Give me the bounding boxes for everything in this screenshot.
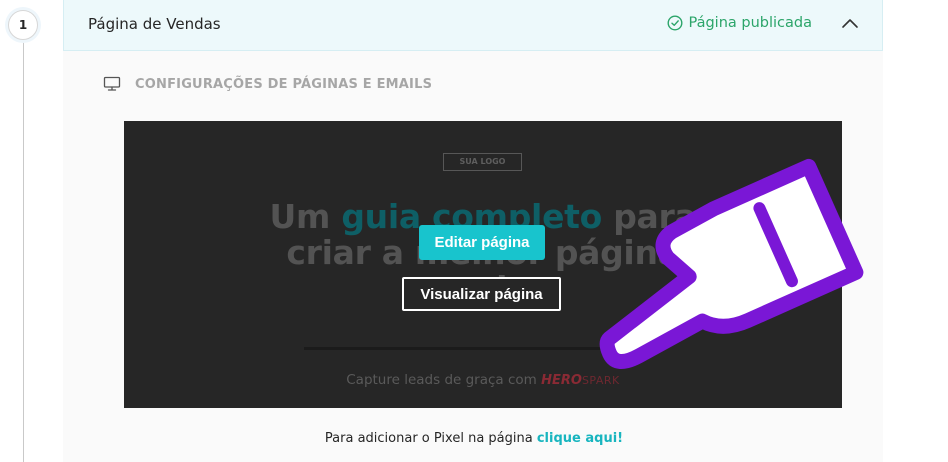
view-page-button[interactable]: Visualizar página bbox=[402, 277, 561, 311]
status-text: Página publicada bbox=[688, 15, 813, 31]
preview-footer: Capture leads de graça com HEROSPARK bbox=[346, 372, 620, 388]
card-header[interactable]: Página de Vendas Página publicada bbox=[63, 0, 883, 51]
monitor-icon bbox=[103, 76, 121, 91]
step-rail-line bbox=[23, 34, 24, 462]
check-circle-icon bbox=[666, 15, 683, 31]
pointing-hand-icon bbox=[599, 158, 864, 369]
step-number-badge: 1 bbox=[8, 10, 38, 40]
card-title: Página de Vendas bbox=[88, 15, 221, 33]
chevron-up-icon[interactable] bbox=[840, 14, 860, 34]
preview-logo-placeholder: SUA LOGO bbox=[443, 153, 522, 171]
pixel-instruction: Para adicionar o Pixel na página clique … bbox=[324, 431, 624, 446]
herospark-logo: HERO bbox=[541, 373, 582, 388]
status-badge: Página publicada bbox=[666, 15, 813, 31]
edit-page-button[interactable]: Editar página bbox=[419, 225, 545, 260]
section-header: CONFIGURAÇÕES DE PÁGINAS E EMAILS bbox=[103, 76, 432, 92]
section-title: CONFIGURAÇÕES DE PÁGINAS E EMAILS bbox=[135, 76, 433, 92]
pixel-link[interactable]: clique aqui! bbox=[537, 431, 623, 446]
